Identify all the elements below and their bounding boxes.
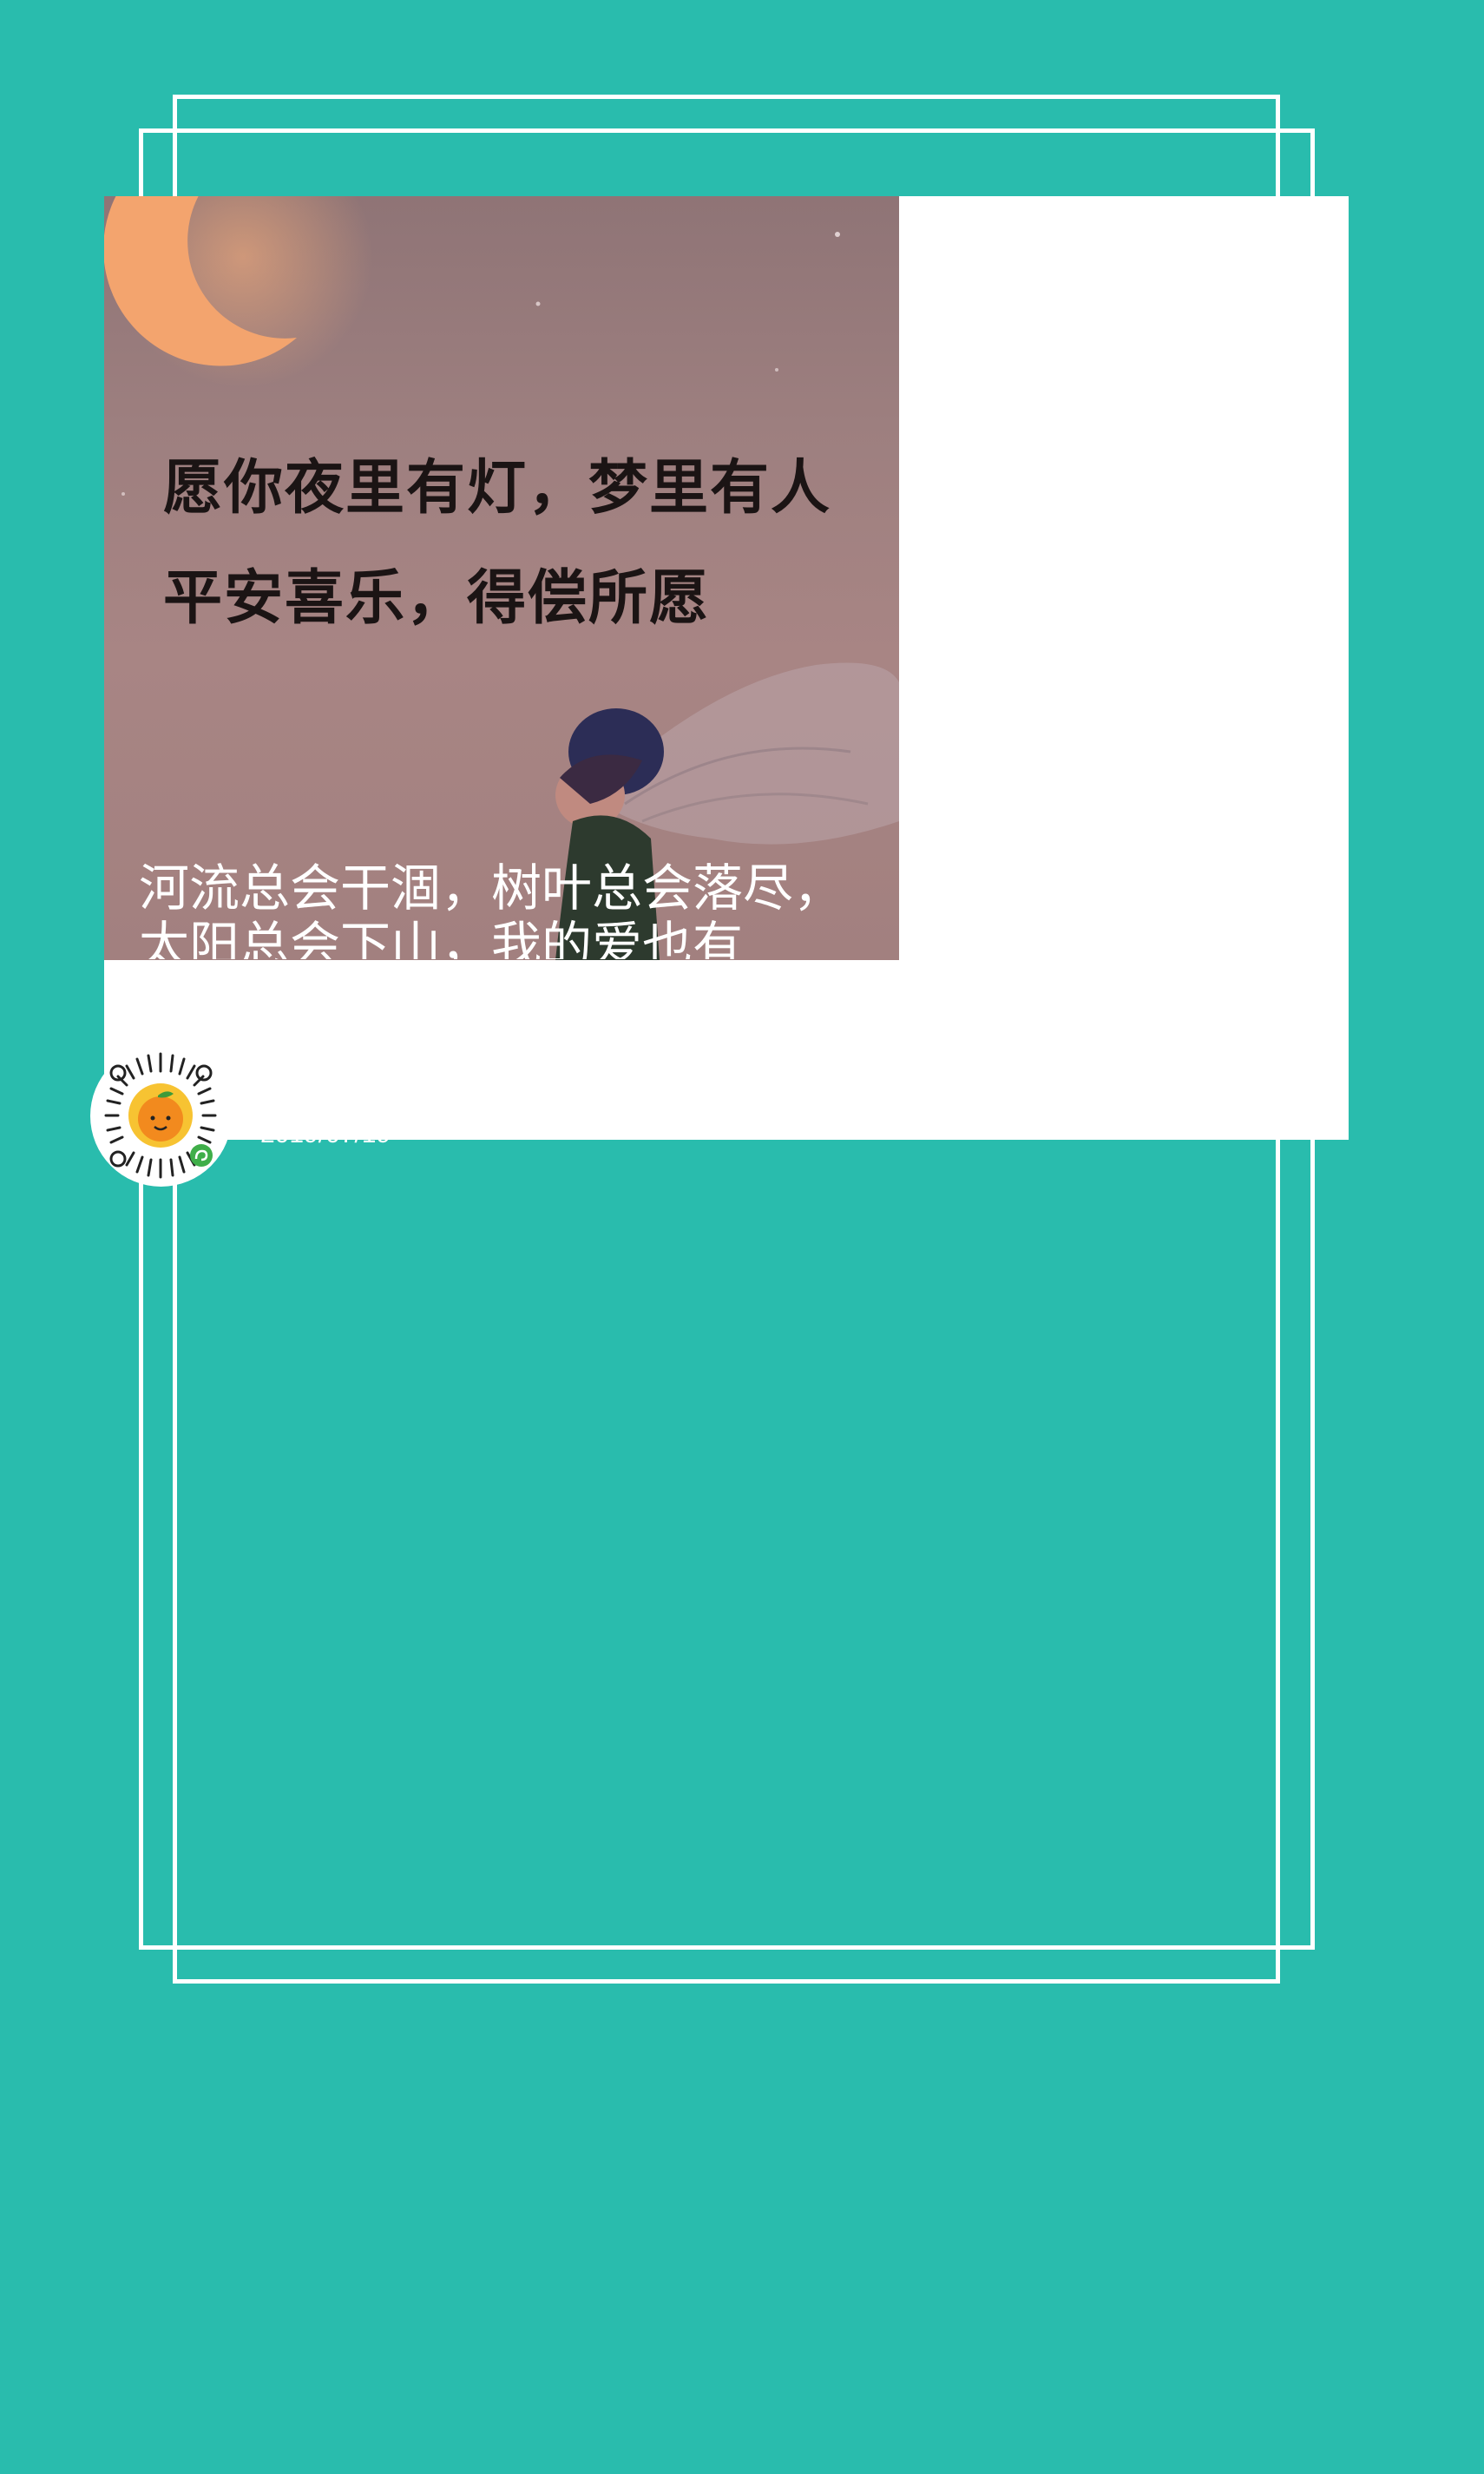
post-date: 2019/07/19 bbox=[260, 1120, 391, 1148]
qr-code-graphic bbox=[104, 1052, 217, 1179]
cover-photo[interactable]: 愿你夜里有灯，梦里有人 平安喜乐，得偿所愿 bbox=[104, 196, 899, 960]
caption-line-1: 河流总会干涸，树叶总会落尽， bbox=[139, 859, 844, 918]
mini-program-qr-code-icon[interactable] bbox=[90, 1045, 232, 1187]
caption-line-2: 太阳总会下山，我的爱也有 bbox=[139, 916, 744, 959]
orange-mascot-icon bbox=[138, 1096, 183, 1142]
photo-text-line-1: 愿你夜里有灯，梦里有人 bbox=[163, 454, 832, 523]
post-caption: 河流总会干涸，树叶总会落尽， 太阳总会下山，我的爱也有 bbox=[139, 859, 894, 959]
mini-program-badge-icon bbox=[190, 1144, 213, 1167]
crescent-moon-icon bbox=[104, 196, 373, 387]
photo-text-line-2: 平安喜乐，得偿所愿 bbox=[163, 564, 711, 633]
